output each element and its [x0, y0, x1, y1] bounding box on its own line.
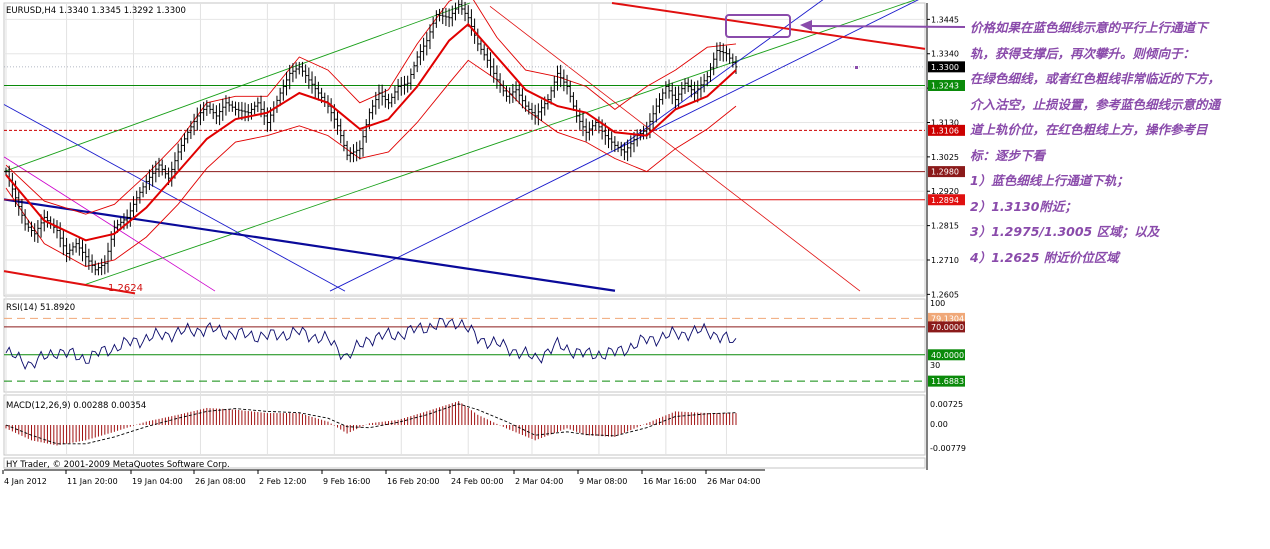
price-tick-label: 1.2605 [931, 290, 959, 299]
rsi-tick-label: 100 [930, 299, 945, 308]
price-tick-label: 1.3445 [931, 15, 959, 24]
macd-tick-label: 0.00 [930, 420, 948, 429]
time-tick-label: 26 Mar 04:00 [707, 477, 760, 486]
note-line: 介入沽空，止损设置，参考蓝色细线示意的通 [970, 96, 1221, 112]
footer-copyright: HY Trader, © 2001-2009 MetaQuotes Softwa… [6, 460, 230, 470]
macd-tick-label: 0.00725 [930, 400, 963, 409]
time-tick-label: 2 Feb 12:00 [259, 477, 306, 486]
rsi-level-label: 40.0000 [931, 351, 964, 360]
time-tick-label: 9 Mar 08:00 [579, 477, 627, 486]
analysis-note: 价格如果在蓝色细线示意的平行上行通道下 轨，获得支撑后，再次攀升。则倾向于： 在… [970, 15, 1260, 270]
note-line: 价格如果在蓝色细线示意的平行上行通道下 [970, 20, 1208, 35]
time-tick-label: 4 Jan 2012 [4, 477, 47, 486]
note-line: 标：逐步下看 [970, 147, 1046, 163]
main-chart-title: EURUSD,H4 1.3340 1.3345 1.3292 1.3300 [6, 6, 186, 16]
note-line: 在绿色细线，或者红色粗线非常临近的下方， [970, 71, 1221, 86]
rsi-level-label: 70.0000 [931, 323, 964, 332]
rsi-tick-label: 30 [930, 361, 940, 370]
time-tick-label: 26 Jan 08:00 [195, 477, 246, 486]
price-tick-label: 1.3340 [931, 50, 959, 59]
rsi-level-label: 11.6883 [931, 377, 964, 386]
panel-frame [3, 298, 926, 393]
price-tick-label: 1.3025 [931, 153, 959, 162]
price-marker-label: 1.3300 [931, 63, 959, 72]
note-line: 3）1.2975/1.3005 区域；以及 [970, 224, 1160, 239]
time-tick-label: 11 Jan 20:00 [67, 477, 118, 486]
panel-frame [3, 2, 926, 297]
price-marker-label: 1.3106 [931, 126, 959, 135]
note-line: 道上轨价位，在红色粗线上方，操作参考目 [970, 122, 1208, 137]
macd-title: MACD(12,26,9) 0.00288 0.00354 [6, 401, 146, 411]
pointer-arrow-line [807, 25, 966, 28]
price-tick-label: 1.2815 [931, 222, 959, 231]
price-tick-label: 1.2710 [931, 256, 959, 265]
price-marker-label: 1.2980 [931, 168, 959, 177]
note-line: 4）1.2625 附近价位区域 [970, 249, 1119, 265]
marker-dot [855, 66, 858, 69]
macd-tick-label: -0.00779 [930, 444, 966, 453]
note-line: 2）1.3130附近； [970, 198, 1077, 214]
low-price-annotation: 1.2624 [108, 283, 143, 294]
time-tick-label: 24 Feb 00:00 [451, 477, 503, 486]
note-line: 1）蓝色细线上行通道下轨； [970, 173, 1129, 188]
time-tick-label: 16 Mar 16:00 [643, 477, 696, 486]
time-tick-label: 9 Feb 16:00 [323, 477, 370, 486]
time-tick-label: 16 Feb 20:00 [387, 477, 439, 486]
time-tick-label: 2 Mar 04:00 [515, 477, 563, 486]
price-marker-label: 1.2894 [931, 196, 959, 205]
price-marker-label: 1.3243 [931, 81, 959, 90]
time-tick-label: 19 Jan 04:00 [132, 477, 183, 486]
rsi-title: RSI(14) 51.8920 [6, 303, 75, 313]
note-line: 轨，获得支撑后，再次攀升。则倾向于： [970, 45, 1196, 61]
